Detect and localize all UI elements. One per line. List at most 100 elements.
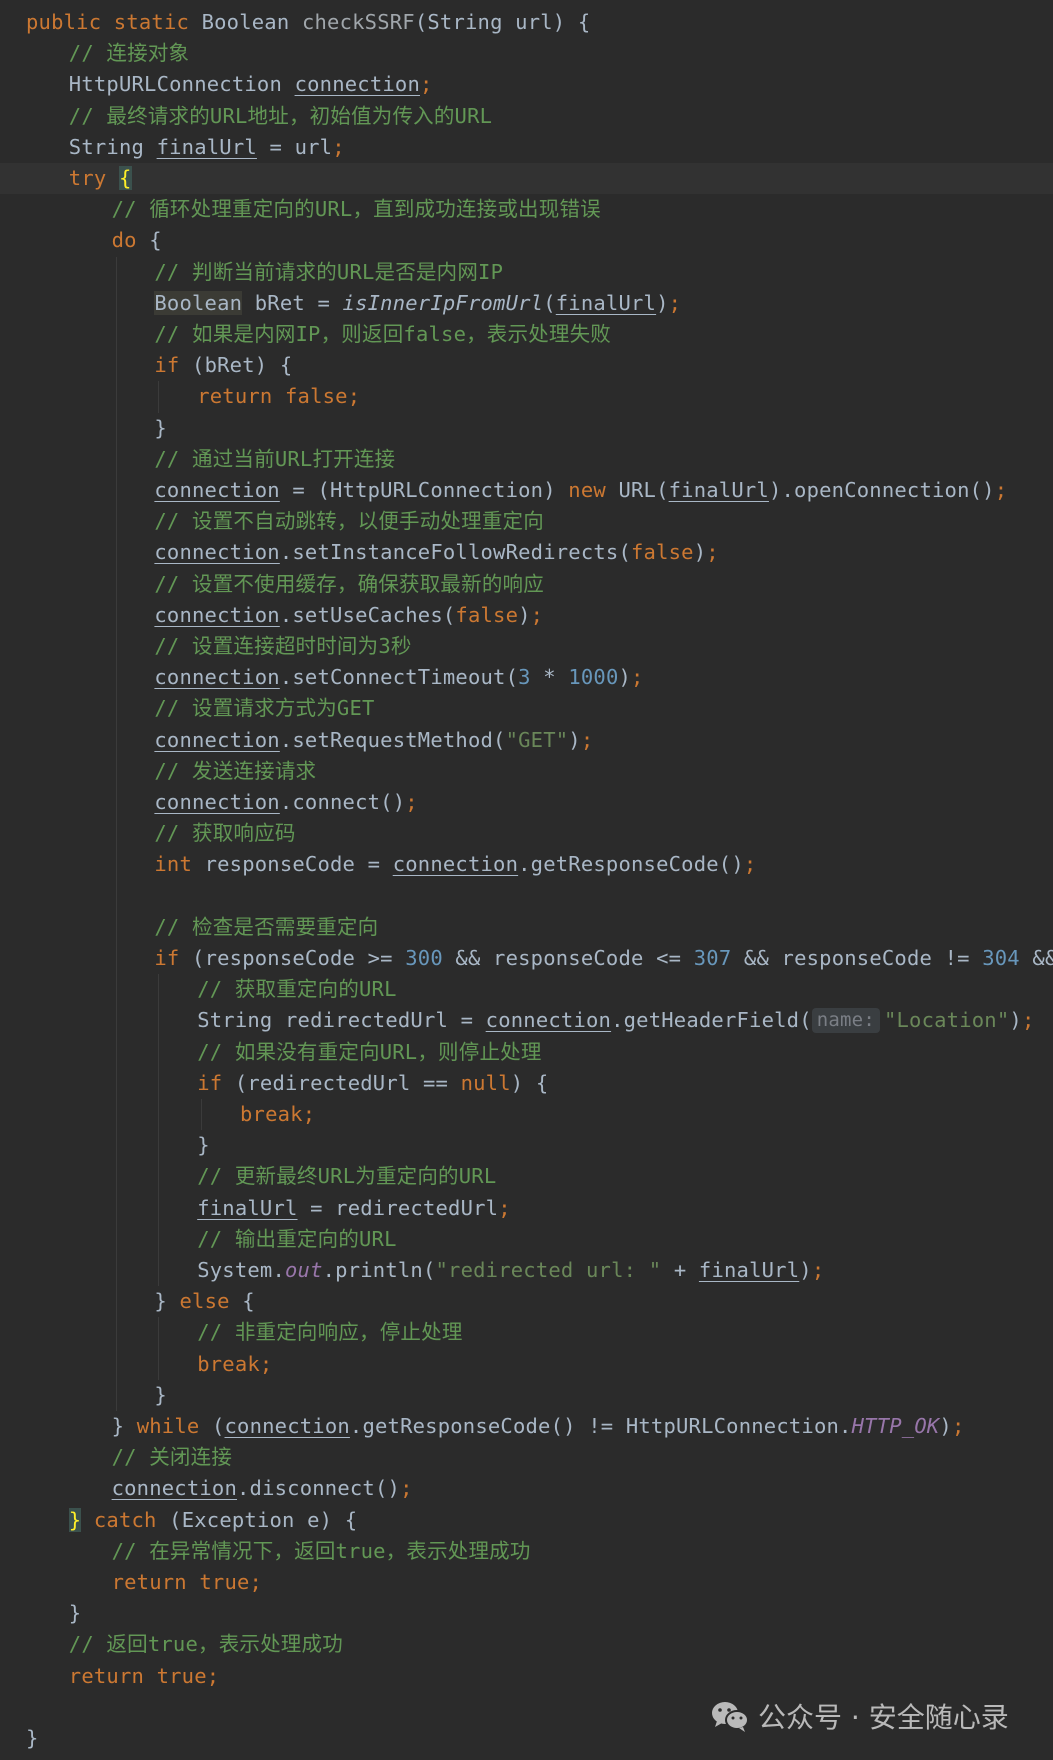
code-token: return false;	[197, 384, 361, 409]
code-line[interactable]: // 获取响应码	[0, 818, 1053, 849]
code-line[interactable]: // 设置不使用缓存，确保获取最新的响应	[0, 569, 1053, 600]
code-line[interactable]: connection.setUseCaches(false);	[0, 600, 1053, 631]
code-line[interactable]	[0, 881, 1053, 912]
code-token: connection	[111, 1476, 238, 1501]
code-line[interactable]: // 通过当前URL打开连接	[0, 444, 1053, 475]
code-token: ;	[706, 540, 719, 565]
code-line[interactable]: // 在异常情况下，返回true，表示处理成功	[0, 1536, 1053, 1567]
code-token: out	[284, 1258, 323, 1282]
code-token: while	[136, 1414, 212, 1438]
code-line[interactable]: // 循环处理重定向的URL，直到成功连接或出现错误	[0, 194, 1053, 225]
code-line[interactable]: connection = (HttpURLConnection) new URL…	[0, 475, 1053, 506]
code-line[interactable]: } catch (Exception e) {	[0, 1505, 1053, 1536]
code-token: String redirectedUrl =	[197, 1008, 486, 1033]
code-token: .setInstanceFollowRedirects(	[279, 540, 631, 565]
code-line[interactable]: // 设置请求方式为GET	[0, 693, 1053, 724]
code-token: ;	[811, 1258, 825, 1282]
code-line[interactable]: if (responseCode >= 300 && responseCode …	[0, 943, 1053, 974]
code-line[interactable]: // 判断当前请求的URL是否是内网IP	[0, 257, 1053, 288]
code-line[interactable]: Boolean bRet = isInnerIpFromUrl(finalUrl…	[0, 288, 1053, 319]
code-line[interactable]: }	[0, 1380, 1053, 1411]
code-token: .getHeaderField(	[611, 1008, 812, 1033]
code-line[interactable]: // 最终请求的URL地址，初始值为传入的URL	[0, 101, 1053, 132]
code-line[interactable]: connection.setRequestMethod("GET");	[0, 725, 1053, 756]
code-token: )	[568, 727, 581, 752]
code-token: Boolean	[201, 10, 302, 34]
code-token: = (HttpURLConnection)	[279, 478, 569, 502]
code-line[interactable]: HttpURLConnection connection;	[0, 69, 1053, 100]
code-line[interactable]: return true;	[0, 1567, 1053, 1598]
code-token: return true;	[68, 1663, 220, 1688]
code-token: +	[661, 1258, 699, 1282]
code-token: )	[693, 540, 707, 565]
code-line[interactable]: }	[0, 1598, 1053, 1629]
code-token: 304	[982, 946, 1020, 970]
code-token: .setRequestMethod(	[279, 727, 506, 752]
code-line[interactable]: return true;	[0, 1661, 1053, 1692]
code-token: int	[154, 852, 205, 877]
code-token: // 非重定向响应，停止处理	[197, 1320, 463, 1345]
code-token: connection	[392, 852, 519, 877]
code-token: ;	[405, 790, 418, 814]
code-token: .connect()	[279, 790, 406, 814]
code-line[interactable]: // 如果是内网IP，则返回false，表示处理失败	[0, 319, 1053, 350]
code-token: ;	[743, 852, 757, 877]
code-token: HTTP_OK	[851, 1414, 940, 1438]
wechat-icon	[710, 1699, 750, 1733]
code-line[interactable]: connection.setInstanceFollowRedirects(fa…	[0, 537, 1053, 568]
code-token: )	[656, 290, 669, 315]
code-token: isInnerIpFromUrl	[342, 290, 544, 315]
code-line[interactable]: // 发送连接请求	[0, 756, 1053, 787]
code-line[interactable]: public static Boolean checkSSRF(String u…	[0, 7, 1053, 38]
code-token: finalUrl	[668, 478, 769, 502]
code-token: ;	[1021, 1008, 1035, 1033]
code-line[interactable]: try {	[0, 163, 1053, 194]
code-line[interactable]: // 设置连接超时时间为3秒	[0, 631, 1053, 662]
code-token: // 通过当前URL打开连接	[154, 446, 396, 471]
code-line[interactable]: connection.setConnectTimeout(3 * 1000);	[0, 662, 1053, 693]
code-token: (	[543, 290, 556, 315]
code-line[interactable]: connection.connect();	[0, 787, 1053, 818]
code-line[interactable]: // 返回true，表示处理成功	[0, 1629, 1053, 1660]
code-token: ;	[530, 602, 544, 627]
watermark: 公众号 · 安全随心录	[710, 1694, 1009, 1738]
watermark-text: 公众号 · 安全随心录	[758, 1701, 1009, 1734]
code-token: if	[154, 353, 193, 378]
code-token: ;	[498, 1195, 511, 1220]
code-token: // 如果没有重定向URL，则停止处理	[197, 1039, 542, 1064]
code-line[interactable]: }	[0, 413, 1053, 444]
code-token: URL(	[618, 478, 669, 502]
code-line[interactable]: // 检查是否需要重定向	[0, 912, 1053, 943]
code-token: // 设置请求方式为GET	[154, 696, 375, 721]
code-token: // 设置不自动跳转，以便手动处理重定向	[154, 509, 544, 534]
code-token: (bRet) {	[192, 353, 293, 378]
code-line[interactable]: connection.disconnect();	[0, 1473, 1053, 1504]
code-line[interactable]: // 连接对象	[0, 38, 1053, 69]
code-token: // 设置连接超时时间为3秒	[154, 634, 412, 658]
code-line[interactable]: do {	[0, 225, 1053, 256]
code-line[interactable]: } else {	[0, 1286, 1053, 1317]
code-token: // 输出重定向的URL	[197, 1226, 397, 1251]
indent-guide	[115, 256, 117, 1411]
code-token: Boolean	[154, 290, 243, 315]
code-token: // 如果是内网IP，则返回false，表示处理失败	[154, 322, 612, 346]
code-token: connection	[485, 1008, 612, 1033]
code-line[interactable]: if (bRet) {	[0, 350, 1053, 381]
code-line[interactable]: // 设置不自动跳转，以便手动处理重定向	[0, 506, 1053, 537]
code-token: responseCode =	[204, 852, 393, 877]
code-line[interactable]: // 关闭连接	[0, 1442, 1053, 1473]
code-token: .getResponseCode() != HttpURLConnection.	[349, 1414, 852, 1438]
code-token: connection	[154, 665, 280, 690]
code-token: 1000	[568, 665, 619, 690]
code-editor[interactable]: public static Boolean checkSSRF(String u…	[0, 7, 1053, 1760]
code-line[interactable]: } while (connection.getResponseCode() !=…	[0, 1411, 1053, 1442]
code-line[interactable]: int responseCode = connection.getRespons…	[0, 849, 1053, 880]
code-token: (String url) {	[414, 10, 591, 34]
code-token: // 获取重定向的URL	[197, 977, 397, 1002]
indent-guide	[158, 381, 160, 413]
code-line[interactable]: String finalUrl = url;	[0, 132, 1053, 163]
code-token: )	[939, 1414, 952, 1438]
code-token: ;	[400, 1476, 413, 1501]
code-token: ;	[580, 727, 594, 752]
code-token: {	[118, 166, 132, 190]
